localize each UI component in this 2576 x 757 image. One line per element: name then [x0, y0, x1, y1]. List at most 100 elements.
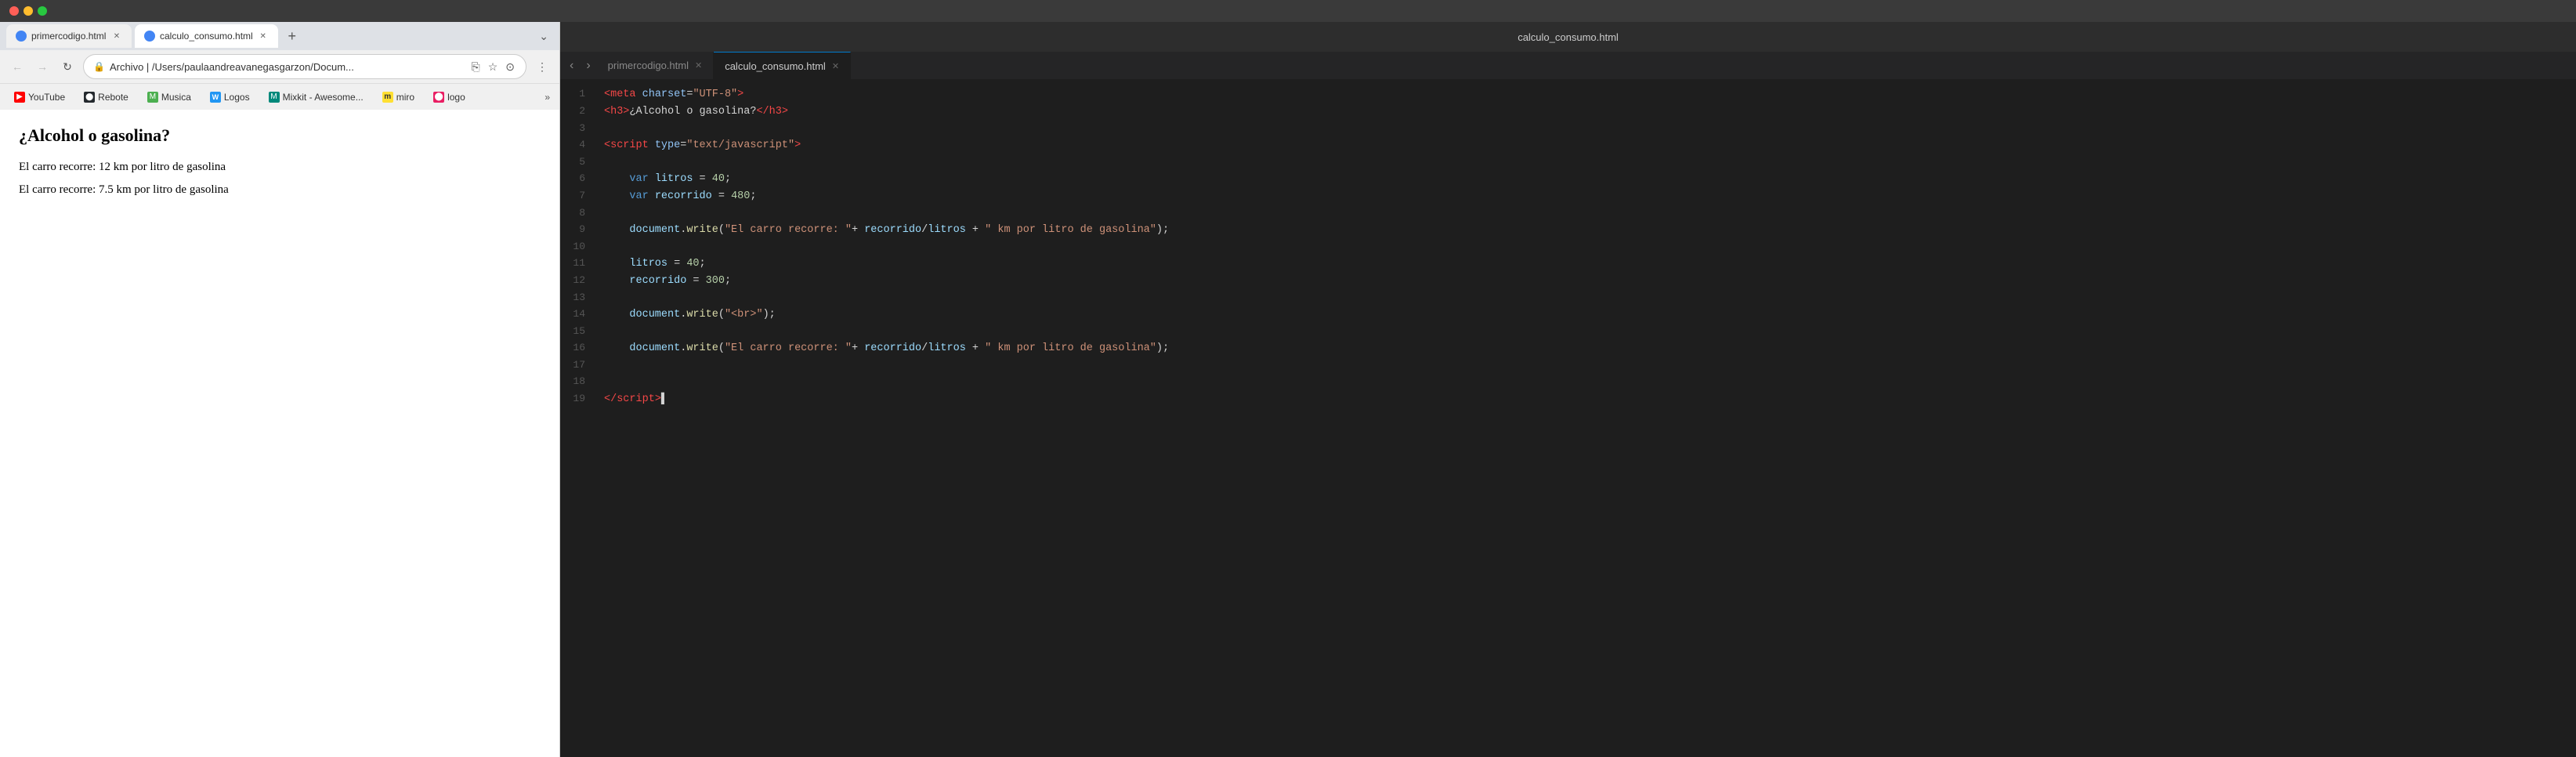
tab-close-1[interactable]: ✕ [111, 31, 122, 42]
tab-bar: primercodigo.html ✕ calculo_consumo.html… [0, 22, 559, 50]
close-button[interactable] [9, 6, 19, 16]
extensions-button[interactable]: ⋮ [533, 57, 552, 76]
code-line-2: <h3>¿Alcohol o gasolina?</h3> [604, 103, 2576, 121]
editor-tab-close-2[interactable]: ✕ [832, 61, 839, 71]
bookmark-miro[interactable]: m miro [378, 90, 419, 104]
editor-nav-forward[interactable]: › [580, 56, 596, 76]
line-number-14: 14 [560, 306, 598, 324]
address-text: Archivo | /Users/paulaandreavanegasgarzo… [110, 61, 465, 73]
browser-tab-1[interactable]: primercodigo.html ✕ [6, 24, 132, 48]
bookmark-logos[interactable]: W Logos [205, 90, 255, 104]
line-numbers: 12345678910111213141516171819 [560, 80, 598, 757]
line-number-17: 17 [560, 357, 598, 375]
code-line-13 [604, 289, 2576, 306]
line-number-6: 6 [560, 171, 598, 188]
line-number-3: 3 [560, 120, 598, 137]
bookmark-logos-label: Logos [224, 92, 250, 103]
browser-chrome: primercodigo.html ✕ calculo_consumo.html… [0, 22, 559, 110]
miro-icon: m [382, 92, 393, 103]
line-number-9: 9 [560, 222, 598, 239]
line-number-5: 5 [560, 154, 598, 171]
editor-tab-label-2: calculo_consumo.html [725, 60, 826, 72]
bookmark-rebote[interactable]: ⬤ Rebote [79, 90, 133, 104]
code-line-1: <meta charset="UTF-8"> [604, 86, 2576, 103]
line-number-13: 13 [560, 289, 598, 306]
line-number-16: 16 [560, 340, 598, 357]
code-container[interactable]: 12345678910111213141516171819 <meta char… [560, 80, 2576, 757]
line-number-12: 12 [560, 273, 598, 290]
line-number-4: 4 [560, 137, 598, 154]
code-line-19: </script>▌ [604, 391, 2576, 408]
editor-tab-bar: ‹ › primercodigo.html ✕ calculo_consumo.… [560, 52, 2576, 80]
line-number-18: 18 [560, 374, 598, 391]
reload-button[interactable]: ↻ [58, 57, 77, 76]
youtube-icon: ▶ [14, 92, 25, 103]
code-line-8 [604, 205, 2576, 222]
profile-icon[interactable]: ⊙ [504, 59, 516, 75]
code-line-5 [604, 154, 2576, 171]
code-line-11: litros = 40; [604, 255, 2576, 273]
editor-tab-2[interactable]: calculo_consumo.html ✕ [714, 52, 851, 80]
maximize-button[interactable] [38, 6, 47, 16]
screen-cast-icon[interactable]: ⎘ [470, 59, 482, 75]
editor-nav-back[interactable]: ‹ [563, 56, 580, 76]
bookmark-rebote-label: Rebote [98, 92, 128, 103]
editor-tab-1[interactable]: primercodigo.html ✕ [597, 52, 715, 80]
bookmark-logo[interactable]: ⬤ logo [429, 90, 470, 104]
code-line-16: document.write("El carro recorre: "+ rec… [604, 340, 2576, 357]
editor-tab-close-1[interactable]: ✕ [695, 60, 702, 71]
bookmarks-more-button[interactable]: » [545, 92, 550, 103]
line-number-8: 8 [560, 205, 598, 222]
bookmarks-bar: ▶ YouTube ⬤ Rebote M Musica W Logos M [0, 83, 559, 110]
code-content[interactable]: <meta charset="UTF-8"><h3>¿Alcohol o gas… [598, 80, 2576, 757]
line-number-2: 2 [560, 103, 598, 121]
logos-icon: W [210, 92, 221, 103]
code-line-9: document.write("El carro recorre: "+ rec… [604, 222, 2576, 239]
code-line-7: var recorrido = 480; [604, 188, 2576, 205]
line-number-11: 11 [560, 255, 598, 273]
tab-label-2: calculo_consumo.html [160, 31, 253, 42]
address-bar: ← → ↻ 🔒 Archivo | /Users/paulaandreavane… [0, 50, 559, 83]
line-number-1: 1 [560, 86, 598, 103]
bookmark-mixkit-label: Mixkit - Awesome... [283, 92, 364, 103]
tab-favicon-2 [144, 31, 155, 42]
tab-label-1: primercodigo.html [31, 31, 106, 42]
bookmark-miro-label: miro [396, 92, 414, 103]
editor-title-bar: calculo_consumo.html [560, 22, 2576, 52]
logo-icon: ⬤ [433, 92, 444, 103]
bookmark-logo-label: logo [447, 92, 465, 103]
address-actions: ⎘ ☆ ⊙ [470, 59, 517, 75]
bookmark-mixkit[interactable]: M Mixkit - Awesome... [264, 90, 368, 104]
bookmark-musica[interactable]: M Musica [143, 90, 196, 104]
browser-tab-2[interactable]: calculo_consumo.html ✕ [135, 24, 278, 48]
code-line-4: <script type="text/javascript"> [604, 137, 2576, 154]
page-line-2: El carro recorre: 7.5 km por litro de ga… [19, 181, 541, 199]
back-button[interactable]: ← [8, 57, 27, 76]
forward-button[interactable]: → [33, 57, 52, 76]
minimize-button[interactable] [24, 6, 33, 16]
address-input-wrap[interactable]: 🔒 Archivo | /Users/paulaandreavanegasgar… [83, 54, 526, 79]
lock-icon: 🔒 [93, 61, 105, 72]
browser-panel: primercodigo.html ✕ calculo_consumo.html… [0, 22, 560, 757]
code-line-17 [604, 357, 2576, 375]
tab-close-2[interactable]: ✕ [258, 31, 269, 42]
page-line-1: El carro recorre: 12 km por litro de gas… [19, 158, 541, 176]
tab-overflow-button[interactable]: ⌄ [534, 27, 553, 46]
code-line-10 [604, 238, 2576, 255]
bookmark-musica-label: Musica [161, 92, 191, 103]
tab-favicon-1 [16, 31, 27, 42]
editor-panel: calculo_consumo.html ‹ › primercodigo.ht… [560, 22, 2576, 757]
bookmark-youtube-label: YouTube [28, 92, 65, 103]
code-line-3 [604, 120, 2576, 137]
code-line-6: var litros = 40; [604, 171, 2576, 188]
traffic-lights [9, 6, 47, 16]
bookmark-star-icon[interactable]: ☆ [487, 59, 500, 75]
line-number-10: 10 [560, 238, 598, 255]
code-line-15 [604, 323, 2576, 340]
code-line-14: document.write("<br>"); [604, 306, 2576, 324]
bookmark-youtube[interactable]: ▶ YouTube [9, 90, 70, 104]
mixkit-icon: M [269, 92, 280, 103]
new-tab-button[interactable]: + [281, 25, 303, 47]
code-line-18 [604, 374, 2576, 391]
editor-tab-label-1: primercodigo.html [608, 60, 689, 71]
